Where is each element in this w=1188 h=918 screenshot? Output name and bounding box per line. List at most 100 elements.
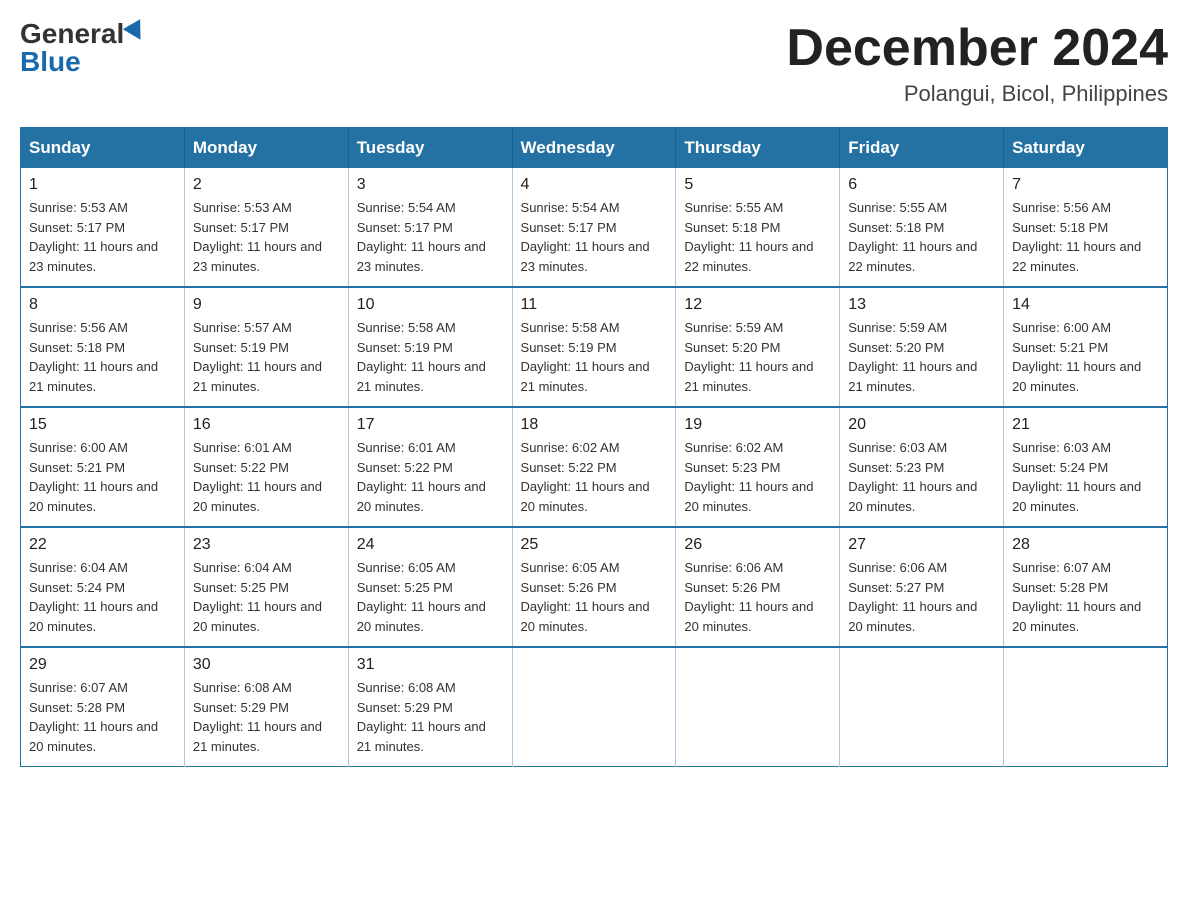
day-info: Sunrise: 5:56 AMSunset: 5:18 PMDaylight:…: [1012, 200, 1141, 274]
day-number: 7: [1012, 176, 1159, 194]
day-number: 28: [1012, 536, 1159, 554]
day-number: 13: [848, 296, 995, 314]
day-info: Sunrise: 5:54 AMSunset: 5:17 PMDaylight:…: [357, 200, 486, 274]
location-title: Polangui, Bicol, Philippines: [786, 81, 1168, 107]
day-info: Sunrise: 5:56 AMSunset: 5:18 PMDaylight:…: [29, 320, 158, 394]
day-info: Sunrise: 5:59 AMSunset: 5:20 PMDaylight:…: [848, 320, 977, 394]
calendar-cell: 1 Sunrise: 5:53 AMSunset: 5:17 PMDayligh…: [21, 168, 185, 287]
day-number: 19: [684, 416, 831, 434]
day-number: 23: [193, 536, 340, 554]
day-info: Sunrise: 6:06 AMSunset: 5:26 PMDaylight:…: [684, 560, 813, 634]
day-info: Sunrise: 6:05 AMSunset: 5:25 PMDaylight:…: [357, 560, 486, 634]
calendar-cell: 28 Sunrise: 6:07 AMSunset: 5:28 PMDaylig…: [1004, 527, 1168, 647]
day-number: 31: [357, 656, 504, 674]
day-number: 1: [29, 176, 176, 194]
calendar-cell: 29 Sunrise: 6:07 AMSunset: 5:28 PMDaylig…: [21, 647, 185, 767]
calendar-header-monday: Monday: [184, 128, 348, 169]
day-info: Sunrise: 6:07 AMSunset: 5:28 PMDaylight:…: [1012, 560, 1141, 634]
day-number: 18: [521, 416, 668, 434]
calendar-cell: 14 Sunrise: 6:00 AMSunset: 5:21 PMDaylig…: [1004, 287, 1168, 407]
calendar-cell: 8 Sunrise: 5:56 AMSunset: 5:18 PMDayligh…: [21, 287, 185, 407]
calendar-cell: 9 Sunrise: 5:57 AMSunset: 5:19 PMDayligh…: [184, 287, 348, 407]
day-info: Sunrise: 6:03 AMSunset: 5:23 PMDaylight:…: [848, 440, 977, 514]
logo-blue-text: Blue: [20, 48, 81, 76]
day-number: 5: [684, 176, 831, 194]
calendar-table: SundayMondayTuesdayWednesdayThursdayFrid…: [20, 127, 1168, 767]
calendar-cell: 10 Sunrise: 5:58 AMSunset: 5:19 PMDaylig…: [348, 287, 512, 407]
day-info: Sunrise: 5:58 AMSunset: 5:19 PMDaylight:…: [521, 320, 650, 394]
day-number: 11: [521, 296, 668, 314]
day-number: 4: [521, 176, 668, 194]
calendar-cell: 20 Sunrise: 6:03 AMSunset: 5:23 PMDaylig…: [840, 407, 1004, 527]
day-info: Sunrise: 6:08 AMSunset: 5:29 PMDaylight:…: [193, 680, 322, 754]
calendar-cell: 16 Sunrise: 6:01 AMSunset: 5:22 PMDaylig…: [184, 407, 348, 527]
day-info: Sunrise: 5:55 AMSunset: 5:18 PMDaylight:…: [848, 200, 977, 274]
calendar-cell: [1004, 647, 1168, 767]
day-number: 27: [848, 536, 995, 554]
day-number: 8: [29, 296, 176, 314]
calendar-cell: 18 Sunrise: 6:02 AMSunset: 5:22 PMDaylig…: [512, 407, 676, 527]
day-info: Sunrise: 6:02 AMSunset: 5:23 PMDaylight:…: [684, 440, 813, 514]
day-number: 29: [29, 656, 176, 674]
day-info: Sunrise: 5:57 AMSunset: 5:19 PMDaylight:…: [193, 320, 322, 394]
calendar-cell: [676, 647, 840, 767]
day-number: 24: [357, 536, 504, 554]
calendar-cell: 23 Sunrise: 6:04 AMSunset: 5:25 PMDaylig…: [184, 527, 348, 647]
calendar-cell: 13 Sunrise: 5:59 AMSunset: 5:20 PMDaylig…: [840, 287, 1004, 407]
day-info: Sunrise: 6:02 AMSunset: 5:22 PMDaylight:…: [521, 440, 650, 514]
calendar-cell: 4 Sunrise: 5:54 AMSunset: 5:17 PMDayligh…: [512, 168, 676, 287]
day-number: 10: [357, 296, 504, 314]
day-info: Sunrise: 5:59 AMSunset: 5:20 PMDaylight:…: [684, 320, 813, 394]
day-number: 26: [684, 536, 831, 554]
day-info: Sunrise: 5:55 AMSunset: 5:18 PMDaylight:…: [684, 200, 813, 274]
calendar-cell: 26 Sunrise: 6:06 AMSunset: 5:26 PMDaylig…: [676, 527, 840, 647]
day-number: 15: [29, 416, 176, 434]
calendar-cell: 7 Sunrise: 5:56 AMSunset: 5:18 PMDayligh…: [1004, 168, 1168, 287]
calendar-cell: [512, 647, 676, 767]
calendar-cell: [840, 647, 1004, 767]
calendar-header-tuesday: Tuesday: [348, 128, 512, 169]
day-info: Sunrise: 6:06 AMSunset: 5:27 PMDaylight:…: [848, 560, 977, 634]
day-info: Sunrise: 6:07 AMSunset: 5:28 PMDaylight:…: [29, 680, 158, 754]
day-number: 25: [521, 536, 668, 554]
day-info: Sunrise: 6:00 AMSunset: 5:21 PMDaylight:…: [1012, 320, 1141, 394]
month-title: December 2024: [786, 20, 1168, 77]
calendar-week-row-2: 8 Sunrise: 5:56 AMSunset: 5:18 PMDayligh…: [21, 287, 1168, 407]
calendar-cell: 3 Sunrise: 5:54 AMSunset: 5:17 PMDayligh…: [348, 168, 512, 287]
calendar-cell: 6 Sunrise: 5:55 AMSunset: 5:18 PMDayligh…: [840, 168, 1004, 287]
day-number: 21: [1012, 416, 1159, 434]
page-header: General Blue December 2024 Polangui, Bic…: [20, 20, 1168, 107]
calendar-cell: 22 Sunrise: 6:04 AMSunset: 5:24 PMDaylig…: [21, 527, 185, 647]
day-number: 2: [193, 176, 340, 194]
day-info: Sunrise: 6:00 AMSunset: 5:21 PMDaylight:…: [29, 440, 158, 514]
day-info: Sunrise: 5:53 AMSunset: 5:17 PMDaylight:…: [29, 200, 158, 274]
calendar-header-thursday: Thursday: [676, 128, 840, 169]
day-info: Sunrise: 6:01 AMSunset: 5:22 PMDaylight:…: [193, 440, 322, 514]
day-number: 3: [357, 176, 504, 194]
calendar-cell: 24 Sunrise: 6:05 AMSunset: 5:25 PMDaylig…: [348, 527, 512, 647]
calendar-cell: 30 Sunrise: 6:08 AMSunset: 5:29 PMDaylig…: [184, 647, 348, 767]
day-info: Sunrise: 6:04 AMSunset: 5:25 PMDaylight:…: [193, 560, 322, 634]
calendar-cell: 27 Sunrise: 6:06 AMSunset: 5:27 PMDaylig…: [840, 527, 1004, 647]
calendar-header-saturday: Saturday: [1004, 128, 1168, 169]
day-number: 6: [848, 176, 995, 194]
day-number: 17: [357, 416, 504, 434]
calendar-cell: 21 Sunrise: 6:03 AMSunset: 5:24 PMDaylig…: [1004, 407, 1168, 527]
day-info: Sunrise: 5:58 AMSunset: 5:19 PMDaylight:…: [357, 320, 486, 394]
calendar-cell: 11 Sunrise: 5:58 AMSunset: 5:19 PMDaylig…: [512, 287, 676, 407]
title-section: December 2024 Polangui, Bicol, Philippin…: [786, 20, 1168, 107]
day-info: Sunrise: 6:04 AMSunset: 5:24 PMDaylight:…: [29, 560, 158, 634]
calendar-cell: 25 Sunrise: 6:05 AMSunset: 5:26 PMDaylig…: [512, 527, 676, 647]
calendar-cell: 2 Sunrise: 5:53 AMSunset: 5:17 PMDayligh…: [184, 168, 348, 287]
day-number: 20: [848, 416, 995, 434]
calendar-week-row-3: 15 Sunrise: 6:00 AMSunset: 5:21 PMDaylig…: [21, 407, 1168, 527]
logo-general-text: General: [20, 20, 124, 48]
calendar-cell: 5 Sunrise: 5:55 AMSunset: 5:18 PMDayligh…: [676, 168, 840, 287]
calendar-cell: 12 Sunrise: 5:59 AMSunset: 5:20 PMDaylig…: [676, 287, 840, 407]
day-info: Sunrise: 5:53 AMSunset: 5:17 PMDaylight:…: [193, 200, 322, 274]
day-number: 16: [193, 416, 340, 434]
calendar-cell: 15 Sunrise: 6:00 AMSunset: 5:21 PMDaylig…: [21, 407, 185, 527]
calendar-cell: 31 Sunrise: 6:08 AMSunset: 5:29 PMDaylig…: [348, 647, 512, 767]
day-number: 22: [29, 536, 176, 554]
day-number: 9: [193, 296, 340, 314]
